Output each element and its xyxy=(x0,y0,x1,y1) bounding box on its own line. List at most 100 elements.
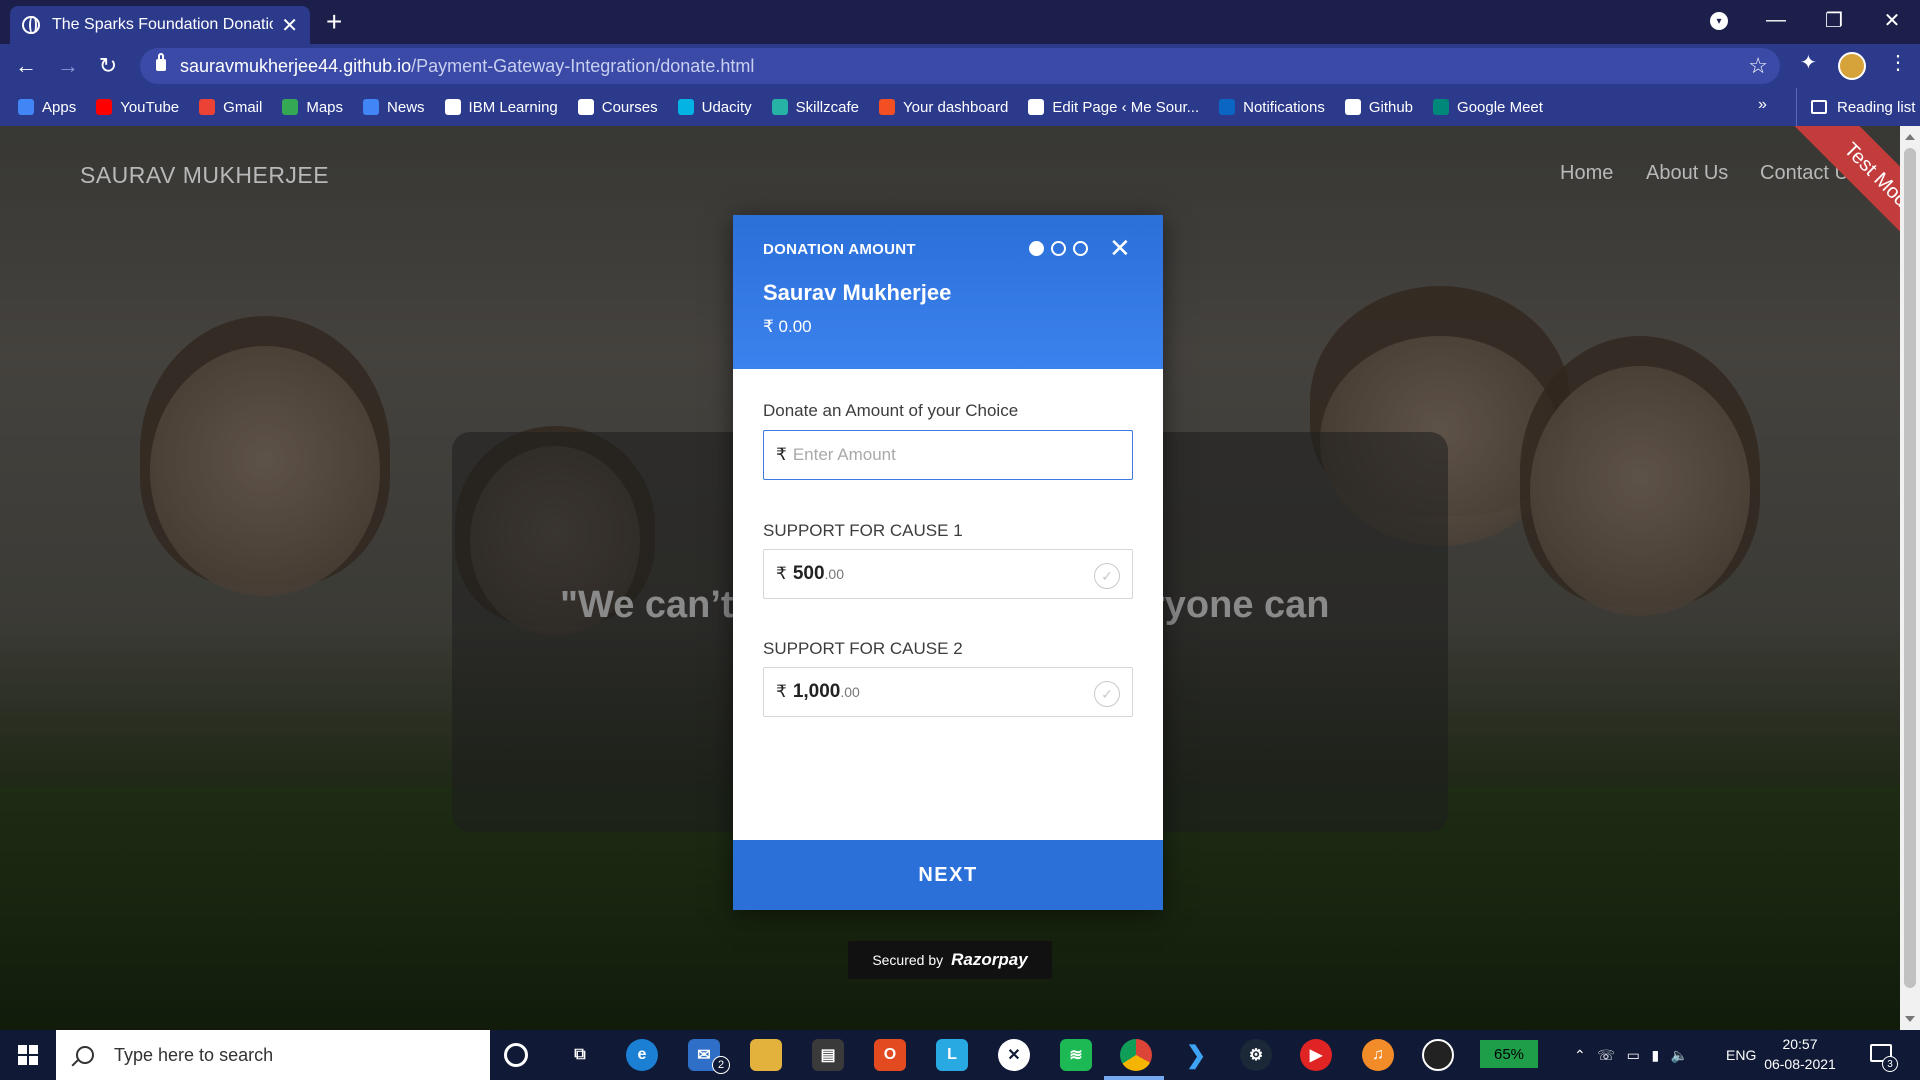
custom-amount-field[interactable]: ₹ xyxy=(763,430,1133,480)
nav-home[interactable]: Home xyxy=(1560,162,1613,185)
quote-text-right: ryone can xyxy=(1150,584,1330,626)
bookmark-item[interactable]: Your dashboard xyxy=(879,99,1008,116)
close-modal-icon[interactable]: ✕ xyxy=(1109,233,1131,264)
cause1-decimals: .00 xyxy=(824,566,844,582)
bookmark-item[interactable]: IBM Learning xyxy=(444,99,558,116)
step-dot-1 xyxy=(1029,241,1044,256)
nav-about-us[interactable]: About Us xyxy=(1646,162,1728,185)
windows-start-icon[interactable] xyxy=(18,1045,38,1065)
razorpay-logo: Razorpay xyxy=(951,950,1028,969)
bookmark-label: Edit Page ‹ Me Sour... xyxy=(1052,98,1200,116)
close-window-button[interactable]: ✕ xyxy=(1864,0,1920,40)
restore-button[interactable]: ❐ xyxy=(1806,0,1862,40)
custom-amount-input[interactable] xyxy=(792,445,1093,465)
more-bookmarks-button[interactable]: » xyxy=(1758,96,1767,114)
linkedin-icon xyxy=(1219,99,1236,115)
reload-button[interactable]: ↻ xyxy=(92,50,124,82)
site-brand[interactable]: SAURAV MUKHERJEE xyxy=(80,162,329,189)
tab-search-icon[interactable]: ▾ xyxy=(1710,12,1728,30)
media-player-icon[interactable]: ▶ xyxy=(1300,1039,1332,1071)
tray-icons[interactable]: ⌃ ☏ ▭ ▮ 🔈 xyxy=(1574,1030,1688,1080)
bookmark-item[interactable]: YouTube xyxy=(96,99,179,116)
page-scrollbar[interactable] xyxy=(1900,126,1920,1030)
bookmark-item[interactable]: Maps xyxy=(282,99,343,116)
cause2-check-icon[interactable]: ✓ xyxy=(1094,681,1120,707)
taskbar-search[interactable]: Type here to search xyxy=(56,1030,490,1080)
rupee-icon: ₹ xyxy=(776,445,787,464)
steam-icon[interactable]: ⚙ xyxy=(1240,1039,1272,1071)
edge-icon[interactable]: e xyxy=(626,1039,658,1071)
tab-title: The Sparks Foundation Donation xyxy=(52,16,274,33)
browser-tabstrip: The Sparks Foundation Donation ✕ + ▾ — ❐… xyxy=(0,0,1920,44)
address-bar[interactable]: sauravmukherjee44.github.io/Payment-Gate… xyxy=(140,48,1780,84)
bookmark-item[interactable]: Edit Page ‹ Me Sour... xyxy=(1028,99,1199,116)
github-icon xyxy=(1344,99,1361,115)
task-view-icon[interactable]: ⧉ xyxy=(564,1039,596,1071)
taskbar-clock[interactable]: 20:57 06-08-2021 xyxy=(1760,1034,1840,1074)
bookmark-item[interactable]: News xyxy=(363,99,425,116)
notifications-count: 3 xyxy=(1882,1056,1898,1072)
bookmark-label: Courses xyxy=(601,98,658,116)
cause1-check-icon[interactable]: ✓ xyxy=(1094,563,1120,589)
battery-percent[interactable]: 65% xyxy=(1480,1040,1538,1068)
quote-text-left: "We can’t xyxy=(560,584,734,626)
file-explorer-icon[interactable] xyxy=(750,1039,782,1071)
step-dot-2 xyxy=(1051,241,1066,256)
bookmark-label: Github xyxy=(1368,98,1414,116)
modal-title: DONATION AMOUNT xyxy=(763,241,916,258)
bookmark-label: Apps xyxy=(42,98,77,116)
bookmark-item[interactable]: Gmail xyxy=(199,99,262,116)
office-icon[interactable]: O xyxy=(874,1039,906,1071)
cause1-label: SUPPORT FOR CAUSE 1 xyxy=(763,521,963,540)
cortana-icon[interactable] xyxy=(504,1043,528,1067)
new-tab-button[interactable]: + xyxy=(326,6,342,38)
language-indicator[interactable]: ENG xyxy=(1726,1030,1756,1080)
xbox-icon[interactable]: ✕ xyxy=(998,1039,1030,1071)
url-path: /Payment-Gateway-Integration/donate.html xyxy=(411,55,755,76)
maps-icon xyxy=(282,99,299,115)
bookmark-item[interactable]: Apps xyxy=(18,99,76,116)
close-tab-icon[interactable]: ✕ xyxy=(281,13,298,38)
extensions-icon[interactable]: ✦ xyxy=(1800,50,1817,75)
cause2-option[interactable]: ₹ 1,000.00 ✓ xyxy=(763,667,1133,717)
cause2-decimals: .00 xyxy=(840,684,860,700)
lightworks-icon[interactable]: L xyxy=(936,1039,968,1071)
bookmark-item[interactable]: Skillzcafe xyxy=(771,99,859,116)
scroll-down-arrow-icon[interactable] xyxy=(1905,1016,1915,1022)
scroll-thumb[interactable] xyxy=(1904,148,1916,988)
forward-button[interactable]: → xyxy=(52,50,84,82)
bookmark-label: Udacity xyxy=(701,98,752,116)
chrome-icon[interactable] xyxy=(1120,1039,1152,1071)
donation-modal: DONATION AMOUNT ✕ Saurav Mukherjee ₹ 0.0… xyxy=(733,215,1163,910)
obs-icon[interactable] xyxy=(1422,1039,1454,1071)
minimize-button[interactable]: — xyxy=(1748,0,1804,40)
store-icon[interactable]: ▤ xyxy=(812,1039,844,1071)
back-button[interactable]: ← xyxy=(10,50,42,82)
bookmark-item[interactable]: Udacity xyxy=(677,98,752,116)
bookmark-label: Gmail xyxy=(223,98,263,116)
skillzcafe-icon xyxy=(771,99,788,115)
next-button[interactable]: NEXT xyxy=(733,840,1163,910)
browser-tab[interactable]: The Sparks Foundation Donation ✕ xyxy=(10,6,310,44)
udacity-icon xyxy=(677,99,694,115)
rupee-icon: ₹ xyxy=(776,682,787,701)
reading-list-button[interactable]: Reading list xyxy=(1796,88,1915,126)
bookmark-star-icon[interactable]: ☆ xyxy=(1748,53,1768,79)
vscode-icon[interactable]: ❯ xyxy=(1180,1039,1212,1071)
secured-by-label: Secured by xyxy=(872,952,944,968)
bookmark-item[interactable]: Notifications xyxy=(1219,99,1325,116)
bookmark-item[interactable]: Courses xyxy=(577,98,658,116)
audacity-icon[interactable]: ♫ xyxy=(1362,1039,1394,1071)
rupee-icon: ₹ xyxy=(776,564,787,583)
cause1-option[interactable]: ₹ 500.00 ✓ xyxy=(763,549,1133,599)
chrome-menu-icon[interactable]: ⋮ xyxy=(1888,50,1908,75)
spotify-icon[interactable]: ≋ xyxy=(1060,1039,1092,1071)
lock-icon xyxy=(156,53,166,71)
bookmark-label: Notifications xyxy=(1243,98,1325,116)
profile-avatar[interactable] xyxy=(1838,52,1866,80)
scroll-up-arrow-icon[interactable] xyxy=(1905,134,1915,140)
reading-list-icon xyxy=(1811,100,1827,114)
bookmark-item[interactable]: Github xyxy=(1344,98,1414,116)
bookmark-item[interactable]: Google Meet xyxy=(1433,99,1543,116)
globe-icon xyxy=(22,16,40,34)
